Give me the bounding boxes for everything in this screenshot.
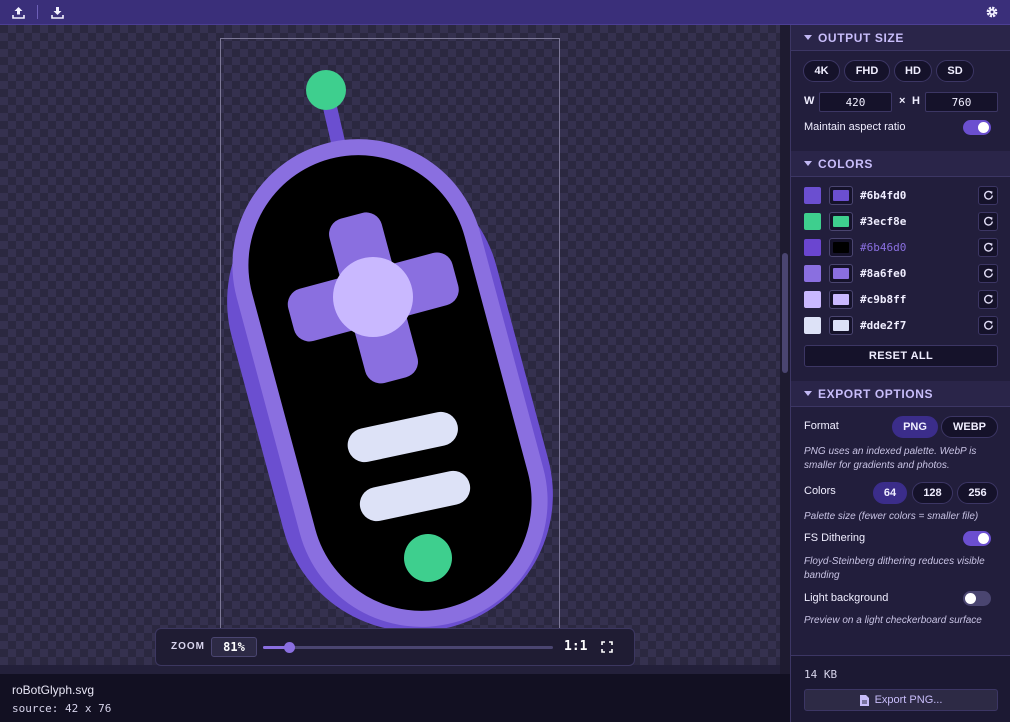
zoom-slider[interactable] <box>263 642 553 653</box>
reset-all-colors-button[interactable]: RESET ALL <box>804 345 998 367</box>
settings-panel: OUTPUT SIZE 4K FHD HD SD W 420 × H 760 M… <box>790 25 1010 722</box>
preset-hd-button[interactable]: HD <box>894 60 932 82</box>
color-picker[interactable] <box>829 186 853 205</box>
estimated-file-size: 14 KB <box>804 668 838 681</box>
color-row: #3ecf8e <box>791 208 1010 234</box>
color-swatch <box>804 265 821 282</box>
reset-color-button[interactable] <box>978 264 998 283</box>
height-label: H <box>912 95 920 107</box>
light-background-toggle[interactable] <box>963 591 991 606</box>
reset-icon <box>983 216 993 226</box>
color-row: #6b46d0 <box>791 234 1010 260</box>
reset-icon <box>983 294 993 304</box>
file-name: roBotGlyph.svg <box>12 683 95 697</box>
zoom-slider-handle[interactable] <box>284 642 296 653</box>
color-hex-value[interactable]: #3ecf8e <box>860 215 906 228</box>
fit-to-screen-icon[interactable] <box>600 640 614 654</box>
download-icon[interactable] <box>47 3 67 21</box>
format-webp-button[interactable]: WEBP <box>941 416 998 438</box>
chevron-down-icon <box>804 161 812 166</box>
reset-color-button[interactable] <box>978 316 998 335</box>
gear-icon[interactable] <box>982 3 1002 21</box>
colors-64-button[interactable]: 64 <box>873 482 907 504</box>
reset-color-button[interactable] <box>978 212 998 231</box>
color-hex-value[interactable]: #6b4fd0 <box>860 189 906 202</box>
reset-icon <box>983 242 993 252</box>
colors-header[interactable]: COLORS <box>791 151 1010 177</box>
dithering-toggle[interactable] <box>963 531 991 546</box>
export-footer: 14 KB Export PNG... <box>791 655 1010 722</box>
color-picker[interactable] <box>829 264 853 283</box>
file-icon <box>859 694 869 706</box>
color-picker[interactable] <box>829 290 853 309</box>
dithering-hint: Floyd-Steinberg dithering reduces visibl… <box>804 556 985 581</box>
colors-count-label: Colors <box>804 485 836 497</box>
color-row: #dde2f7 <box>791 312 1010 338</box>
zoom-control: ZOOM 81% 1:1 <box>155 628 635 666</box>
zoom-label: ZOOM <box>171 641 205 652</box>
colors-128-button[interactable]: 128 <box>912 482 953 504</box>
source-dimensions: source: 42 x 76 <box>12 702 112 715</box>
light-background-hint: Preview on a light checkerboard surface <box>804 615 982 626</box>
color-picker[interactable] <box>829 316 853 335</box>
width-label: W <box>804 95 815 107</box>
reset-color-button[interactable] <box>978 186 998 205</box>
format-png-button[interactable]: PNG <box>892 416 938 438</box>
color-picker[interactable] <box>829 238 853 257</box>
light-background-label: Light background <box>804 592 889 604</box>
vertical-scrollbar[interactable] <box>780 25 790 674</box>
reset-color-button[interactable] <box>978 238 998 257</box>
color-hex-value[interactable]: #c9b8ff <box>860 293 906 306</box>
color-swatch <box>804 239 821 256</box>
height-input[interactable]: 760 <box>925 92 998 112</box>
colors-256-button[interactable]: 256 <box>957 482 998 504</box>
color-row: #c9b8ff <box>791 286 1010 312</box>
reset-icon <box>983 190 993 200</box>
color-swatch <box>804 187 821 204</box>
aspect-ratio-label: Maintain aspect ratio <box>804 121 906 133</box>
width-input[interactable]: 420 <box>819 92 892 112</box>
palette-hint: Palette size (fewer colors = smaller fil… <box>804 511 979 522</box>
reset-icon <box>983 268 993 278</box>
color-swatch <box>804 213 821 230</box>
color-picker[interactable] <box>829 212 853 231</box>
color-row: #8a6fe0 <box>791 260 1010 286</box>
aspect-ratio-toggle[interactable] <box>963 120 991 135</box>
file-info-bar: roBotGlyph.svg source: 42 x 76 <box>0 674 790 722</box>
color-hex-value[interactable]: #8a6fe0 <box>860 267 906 280</box>
preview-canvas[interactable]: ZOOM 81% 1:1 <box>0 25 790 674</box>
toolbar-divider <box>37 5 38 19</box>
format-hint: PNG uses an indexed palette. WebP is sma… <box>804 446 977 471</box>
preset-fhd-button[interactable]: FHD <box>844 60 890 82</box>
reset-color-button[interactable] <box>978 290 998 309</box>
top-toolbar <box>0 0 1010 25</box>
format-label: Format <box>804 420 839 432</box>
preset-sd-button[interactable]: SD <box>936 60 974 82</box>
export-options-header[interactable]: EXPORT OPTIONS <box>791 381 1010 407</box>
color-swatch <box>804 291 821 308</box>
export-button-label: Export PNG... <box>874 694 943 706</box>
export-button[interactable]: Export PNG... <box>804 689 998 711</box>
zoom-value-input[interactable]: 81% <box>211 637 257 657</box>
dithering-label: FS Dithering <box>804 532 866 544</box>
chevron-down-icon <box>804 391 812 396</box>
preset-4k-button[interactable]: 4K <box>803 60 840 82</box>
times-label: × <box>899 95 906 107</box>
color-row: #6b4fd0 <box>791 182 1010 208</box>
robot-glyph-preview <box>227 70 553 632</box>
zoom-actual-size-button[interactable]: 1:1 <box>564 639 587 654</box>
output-size-header[interactable]: OUTPUT SIZE <box>791 25 1010 51</box>
color-swatch <box>804 317 821 334</box>
reset-icon <box>983 320 993 330</box>
horizontal-scrollbar[interactable] <box>0 665 780 674</box>
color-hex-value[interactable]: #dde2f7 <box>860 319 906 332</box>
chevron-down-icon <box>804 35 812 40</box>
color-hex-value[interactable]: #6b46d0 <box>860 241 906 254</box>
upload-icon[interactable] <box>8 3 28 21</box>
